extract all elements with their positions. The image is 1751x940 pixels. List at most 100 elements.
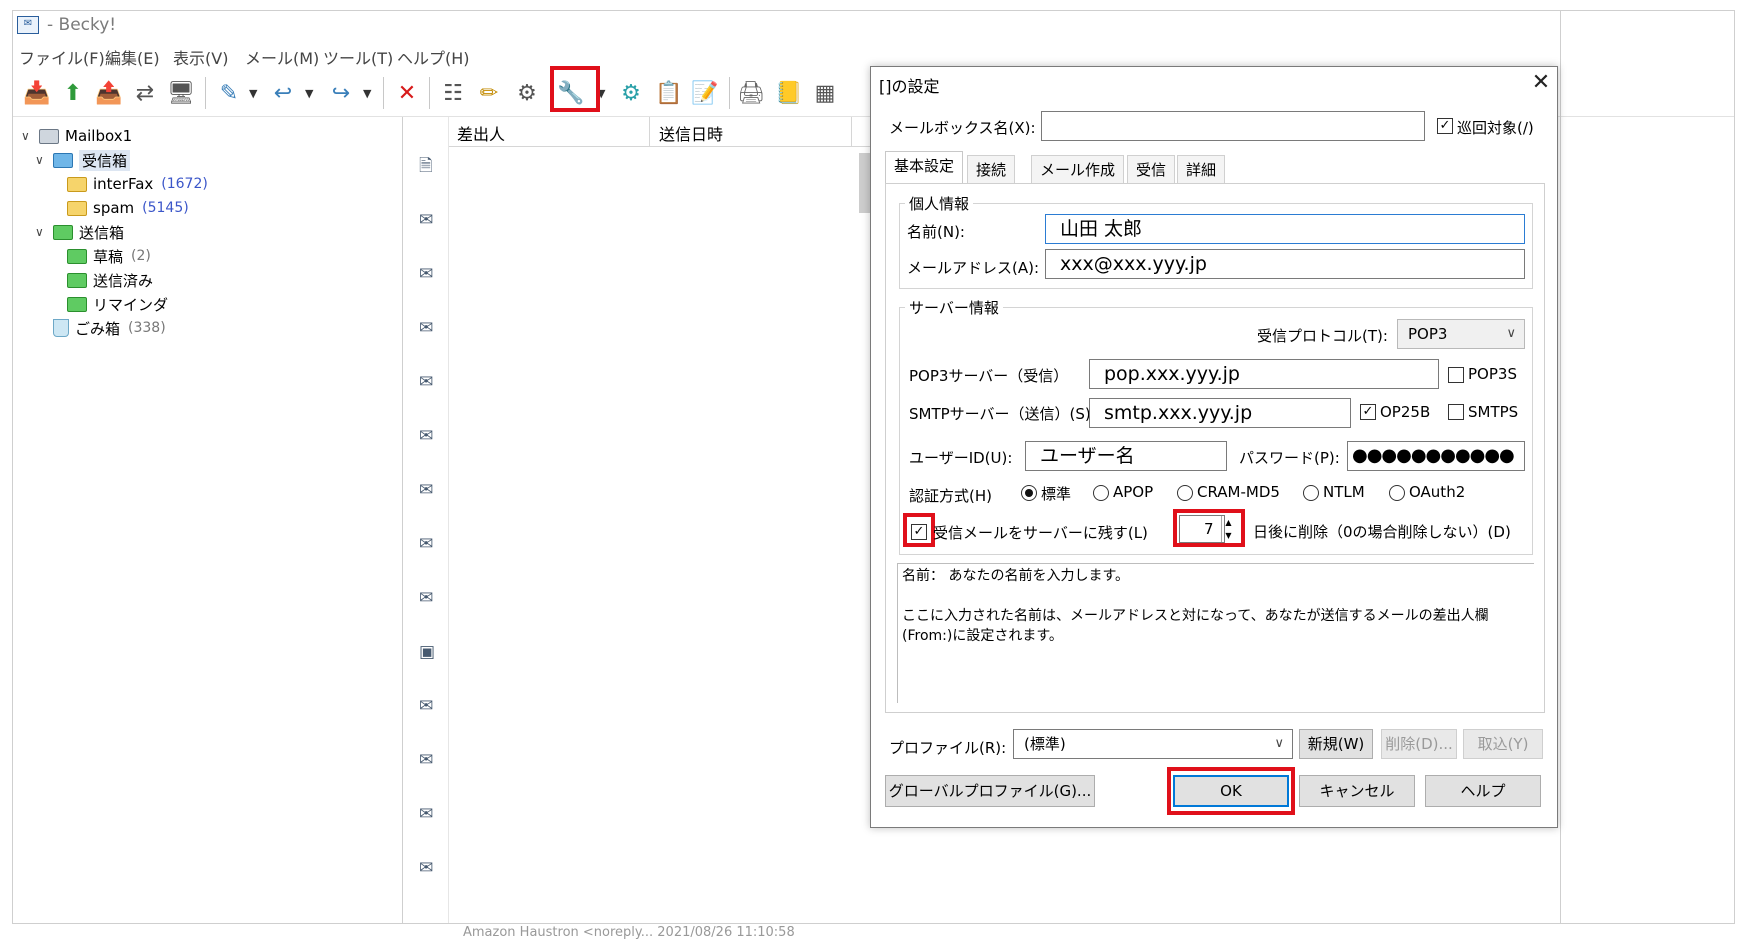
close-icon[interactable]: ✕ [1527, 69, 1555, 97]
patrol-checkbox[interactable]: ✓ [1437, 118, 1453, 134]
tree-reminder[interactable]: リマインダ [67, 293, 168, 315]
auth-apop-label: APOP [1113, 483, 1154, 501]
chevron-down-icon[interactable]: ∨ [35, 225, 49, 239]
html-mail-icon[interactable]: ✉ [419, 805, 441, 823]
tab-advanced[interactable]: 詳細 [1177, 155, 1226, 183]
message-row-partial[interactable]: Amazon Haustron <noreply... 2021/08/26 1… [463, 925, 795, 940]
auth-crammd5-radio[interactable] [1177, 485, 1193, 501]
auth-standard-radio[interactable] [1021, 485, 1037, 501]
envelope-open-icon[interactable]: ✉ [419, 211, 441, 229]
envelope-open-icon[interactable]: ✉ [419, 373, 441, 391]
pencil-icon[interactable]: ✏ [473, 77, 505, 109]
profile-select[interactable]: (標準) ∨ [1013, 729, 1293, 759]
import-profile-button[interactable]: 取込(Y) [1463, 729, 1543, 759]
cancel-button[interactable]: キャンセル [1299, 775, 1415, 807]
delete-icon[interactable]: ✕ [391, 77, 423, 109]
smtps-checkbox[interactable] [1448, 404, 1464, 420]
tree-interfax[interactable]: interFax (1672) [67, 173, 208, 195]
password-input[interactable]: ●●●●●●●●●●● [1347, 441, 1525, 471]
folder-count: (338) [128, 320, 166, 336]
html-mail-icon[interactable]: ✉ [419, 859, 441, 877]
html-mail-icon[interactable]: ✉ [419, 319, 441, 337]
html-mail-icon[interactable]: 🗎 [419, 157, 441, 175]
column-divider[interactable] [851, 117, 852, 147]
outbox-icon [53, 224, 73, 240]
toolbar-separator [205, 77, 206, 109]
chevron-down-icon[interactable]: ▼ [363, 87, 371, 100]
general-settings-icon[interactable]: ⚙ [615, 77, 647, 109]
attachment-mail-icon[interactable]: ✉ [419, 589, 441, 607]
send-receive-icon[interactable]: ⇄ [129, 77, 161, 109]
tab-receive[interactable]: 受信 [1127, 155, 1176, 183]
receive-all-icon[interactable]: 📥 [21, 77, 53, 109]
layout-icon[interactable]: ▦ [809, 77, 841, 109]
auth-apop-radio[interactable] [1093, 485, 1109, 501]
memo-icon[interactable]: 📝 [689, 77, 721, 109]
name-input[interactable]: 山田 太郎 [1045, 214, 1525, 244]
pop3s-checkbox[interactable] [1448, 367, 1464, 383]
new-mail-icon[interactable]: ✎ [213, 77, 245, 109]
properties-icon[interactable]: ⚙ [511, 77, 543, 109]
computer-icon [39, 128, 59, 144]
chevron-down-icon[interactable]: ∨ [21, 129, 35, 143]
offline-icon[interactable]: 🖥 [165, 77, 197, 109]
chevron-down-icon: ∨ [1274, 736, 1284, 751]
calendar-mail-icon[interactable]: ▣ [419, 643, 441, 661]
reply-icon[interactable]: ↩ [267, 77, 299, 109]
menu-tools[interactable]: ツール(T) [323, 45, 393, 69]
menu-mail[interactable]: メール(M) [245, 45, 319, 69]
pop3-server-input[interactable]: pop.xxx.yyy.jp [1089, 359, 1439, 389]
tree-sent[interactable]: 送信済み [67, 269, 153, 291]
menu-file[interactable]: ファイル(F) [19, 45, 105, 69]
help-button[interactable]: ヘルプ [1425, 775, 1541, 807]
html-mail-icon[interactable]: ✉ [419, 751, 441, 769]
clipboard-icon[interactable]: 📋 [653, 77, 685, 109]
html-mail-icon[interactable]: ✉ [419, 265, 441, 283]
html-mail-icon[interactable]: ✉ [419, 697, 441, 715]
print-icon[interactable]: 🖨 [735, 77, 767, 109]
receive-icon[interactable]: ⬆ [57, 77, 89, 109]
tree-inbox[interactable]: ∨ 受信箱 [35, 149, 131, 171]
protocol-select[interactable]: POP3 ∨ [1397, 319, 1525, 349]
new-profile-button[interactable]: 新規(W) [1299, 729, 1373, 759]
forward-icon[interactable]: ↪ [325, 77, 357, 109]
column-sender[interactable]: 差出人 [457, 121, 505, 145]
menu-help[interactable]: ヘルプ(H) [397, 45, 470, 69]
attachment-mail-icon[interactable]: ✉ [419, 535, 441, 553]
menu-edit[interactable]: 編集(E) [105, 45, 160, 69]
menu-view[interactable]: 表示(V) [173, 45, 228, 69]
pop3-server-label: POP3サーバー（受信） [909, 367, 1069, 385]
tree-mailbox1[interactable]: ∨ Mailbox1 [21, 125, 132, 147]
column-date[interactable]: 送信日時 [659, 121, 723, 145]
tab-compose[interactable]: メール作成 [1031, 155, 1125, 183]
tab-basic[interactable]: 基本設定 [885, 151, 964, 184]
auth-oauth2-radio[interactable] [1389, 485, 1405, 501]
chevron-down-icon[interactable]: ▼ [249, 87, 257, 100]
highlight-box [1167, 767, 1295, 815]
tree-outbox[interactable]: ∨ 送信箱 [35, 221, 124, 243]
envelope-open-icon[interactable]: ✉ [419, 481, 441, 499]
userid-input[interactable]: ユーザー名 [1025, 441, 1227, 471]
tree-view-icon[interactable]: ☷ [437, 77, 469, 109]
send-icon[interactable]: 📤 [93, 77, 125, 109]
trash-icon [53, 319, 69, 337]
op25b-checkbox[interactable]: ✓ [1360, 404, 1376, 420]
chevron-down-icon: ∨ [1506, 326, 1516, 341]
highlight-box [1173, 509, 1245, 547]
tree-trash[interactable]: ごみ箱 (338) [53, 317, 166, 339]
tree-drafts[interactable]: 草稿 (2) [67, 245, 151, 267]
email-input[interactable]: xxx@xxx.yyy.jp [1045, 249, 1525, 279]
tab-connection[interactable]: 接続 [967, 155, 1016, 183]
mailbox-name-input[interactable] [1041, 111, 1425, 141]
delete-profile-button[interactable]: 削除(D)... [1381, 729, 1457, 759]
tree-spam[interactable]: spam (5145) [67, 197, 189, 219]
global-profile-button[interactable]: グローバルプロファイル(G)... [885, 775, 1095, 807]
column-divider[interactable] [649, 117, 650, 147]
smtp-server-input[interactable]: smtp.xxx.yyy.jp [1089, 398, 1351, 428]
titlebar: ✉ - Becky! [13, 11, 1734, 41]
chevron-down-icon[interactable]: ▼ [305, 87, 313, 100]
auth-ntlm-radio[interactable] [1303, 485, 1319, 501]
chevron-down-icon[interactable]: ∨ [35, 153, 49, 167]
envelope-open-icon[interactable]: ✉ [419, 427, 441, 445]
address-book-icon[interactable]: 📒 [773, 77, 805, 109]
